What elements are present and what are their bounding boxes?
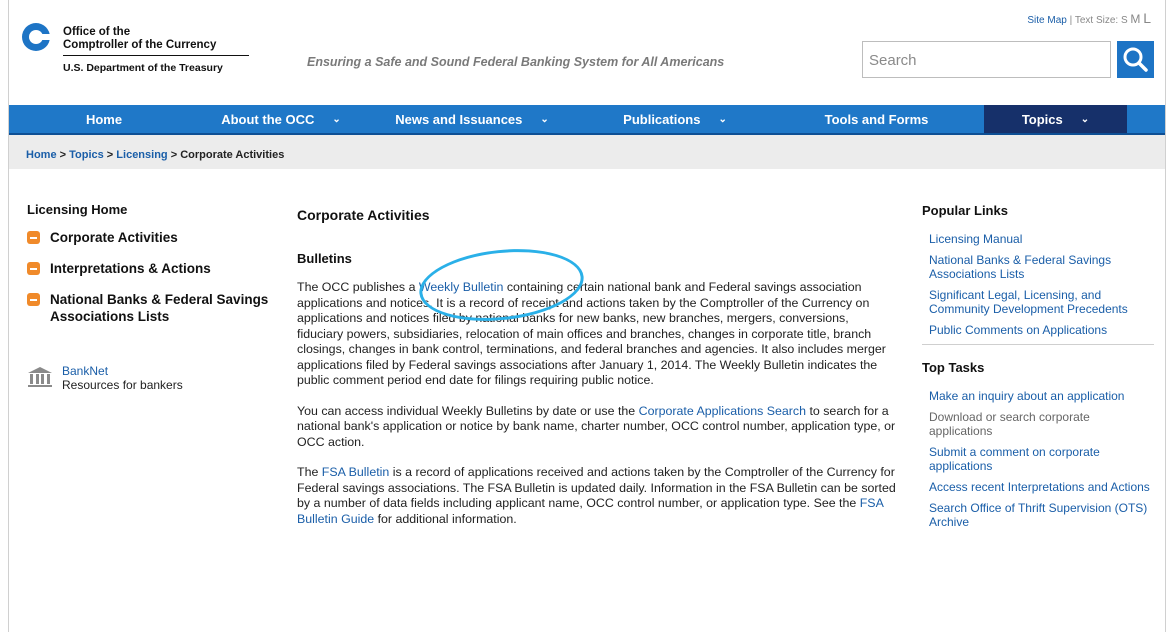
nav-about[interactable]: About the OCC ⌄ (199, 105, 363, 133)
sidebar-item-interpretations[interactable]: Interpretations & Actions (27, 260, 277, 277)
collapse-icon (27, 262, 40, 275)
page-title: Corporate Activities (297, 207, 430, 223)
task-submit-comment-link[interactable]: Submit a comment on corporate applicatio… (922, 445, 1154, 473)
site-map-link[interactable]: Site Map (1027, 15, 1066, 26)
divider (922, 344, 1154, 345)
fsa-bulletin-link[interactable]: FSA Bulletin (322, 465, 390, 479)
weekly-bulletin-link[interactable]: Weekly Bulletin (419, 280, 503, 294)
breadcrumb-sep: > (103, 149, 117, 161)
chevron-down-icon: ⌄ (718, 113, 727, 125)
paragraph-text: The (297, 465, 322, 479)
text-size-small[interactable]: S (1121, 15, 1128, 26)
nav-topics-label: Topics (1021, 111, 1063, 127)
nav-publications-label: Publications (623, 111, 701, 127)
nav-news-label: News and Issuances (395, 111, 523, 127)
occ-logo-icon[interactable] (21, 22, 51, 52)
main-nav: Home About the OCC ⌄ News and Issuances … (9, 105, 1165, 133)
paragraph-text: containing certain national bank and Fed… (297, 280, 886, 387)
right-sidebar: Popular Links Licensing Manual National … (922, 204, 1154, 536)
search-input[interactable]: Search (862, 41, 1111, 78)
popular-link-public-comments[interactable]: Public Comments on Applications (922, 323, 1154, 337)
collapse-icon (27, 293, 40, 306)
sidebar-item-label: Interpretations & Actions (50, 261, 211, 276)
breadcrumb-topics[interactable]: Topics (69, 149, 104, 161)
breadcrumb-licensing[interactable]: Licensing (116, 149, 167, 161)
popular-link-precedents[interactable]: Significant Legal, Licensing, and Commun… (922, 288, 1154, 316)
corporate-applications-search-link[interactable]: Corporate Applications Search (639, 404, 806, 418)
section-heading: Bulletins (297, 250, 352, 266)
paragraph-text: You can access individual Weekly Bulleti… (297, 403, 639, 418)
chevron-down-icon: ⌄ (332, 113, 341, 125)
breadcrumb: Home > Topics > Licensing > Corporate Ac… (9, 135, 1165, 169)
breadcrumb-home[interactable]: Home (26, 149, 57, 161)
sidebar-item-banks-lists[interactable]: National Banks & Federal Savings Associa… (27, 291, 277, 325)
sidebar-item-label: National Banks & Federal Savings Associa… (50, 292, 269, 324)
logo-line-3: U.S. Department of the Treasury (63, 62, 223, 74)
task-interpretations-link[interactable]: Access recent Interpretations and Action… (922, 480, 1154, 494)
nav-about-label: About the OCC (221, 111, 315, 127)
page-frame: Office of the Comptroller of the Currenc… (8, 0, 1166, 632)
popular-link-licensing-manual[interactable]: Licensing Manual (922, 232, 1154, 246)
nav-home-label: Home (85, 111, 123, 127)
bulletins-paragraph-2: You can access individual Weekly Bulleti… (297, 404, 897, 451)
collapse-icon (27, 231, 40, 244)
search-icon (1123, 47, 1148, 72)
bulletins-paragraph-3: The FSA Bulletin is a record of applicat… (297, 465, 897, 527)
text-size-medium[interactable]: M (1130, 12, 1140, 26)
banknet-block: BankNet Resources for bankers (27, 364, 183, 392)
nav-tools[interactable]: Tools and Forms (769, 105, 984, 133)
bank-building-icon (28, 367, 52, 387)
left-sidebar: Licensing Home Corporate Activities Inte… (27, 202, 277, 392)
breadcrumb-sep: > (56, 149, 70, 161)
banknet-link[interactable]: BankNet (62, 364, 183, 378)
nav-news[interactable]: News and Issuances ⌄ (363, 105, 581, 133)
task-ots-archive-link[interactable]: Search Office of Thrift Supervision (OTS… (922, 501, 1154, 529)
tagline: Ensuring a Safe and Sound Federal Bankin… (307, 55, 725, 69)
banknet-description: Resources for bankers (62, 378, 183, 392)
chevron-down-icon: ⌄ (540, 113, 549, 125)
popular-links-heading: Popular Links (922, 203, 1008, 218)
utility-links: Site Map | Text Size: S M L (1027, 10, 1151, 26)
breadcrumb-current: Corporate Activities (180, 149, 285, 161)
nav-home[interactable]: Home (9, 105, 199, 133)
top-tasks-heading: Top Tasks (922, 360, 985, 375)
sidebar-item-label: Corporate Activities (50, 230, 178, 245)
paragraph-text: The OCC publishes a (297, 280, 419, 294)
agency-name[interactable]: Office of the Comptroller of the Currenc… (63, 26, 249, 75)
search-button[interactable] (1117, 41, 1154, 78)
nav-publications[interactable]: Publications ⌄ (581, 105, 769, 133)
text-size-label: | Text Size: (1069, 15, 1119, 26)
logo-line-1: Office of the (63, 26, 131, 38)
text-size-large[interactable]: L (1143, 10, 1151, 26)
bulletins-paragraph-1: The OCC publishes a Weekly Bulletin cont… (297, 280, 897, 389)
paragraph-text: for additional information. (374, 511, 517, 526)
sidebar-item-corporate-activities[interactable]: Corporate Activities (27, 229, 277, 246)
task-download-text: Download or search corporate application… (929, 410, 1090, 438)
popular-link-banks-lists[interactable]: National Banks & Federal Savings Associa… (922, 253, 1154, 281)
main-content: Corporate Activities Bulletins The OCC p… (297, 207, 897, 542)
nav-topics[interactable]: Topics ⌄ (984, 105, 1127, 133)
logo-line-2: Comptroller of the Currency (63, 39, 249, 56)
licensing-home-link[interactable]: Licensing Home (27, 202, 277, 217)
breadcrumb-sep: > (167, 149, 181, 161)
task-inquiry-link[interactable]: Make an inquiry about an application (922, 389, 1154, 403)
chevron-down-icon: ⌄ (1080, 113, 1090, 125)
nav-tools-label: Tools and Forms (824, 111, 929, 127)
